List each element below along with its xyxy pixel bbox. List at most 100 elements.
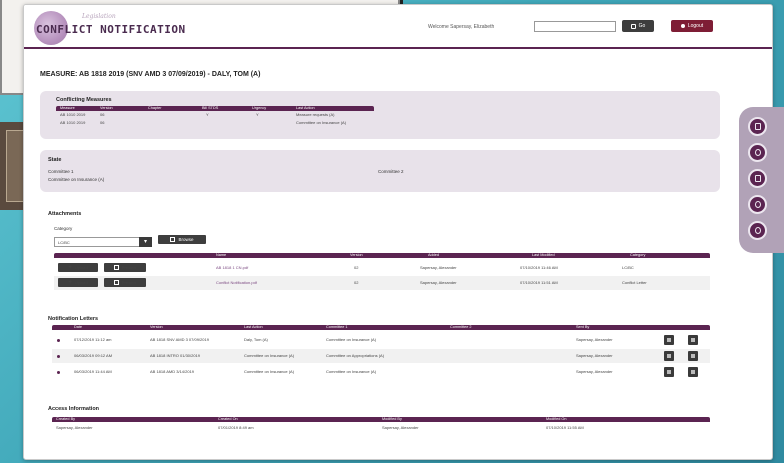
tool-rail <box>739 107 784 253</box>
cell-created-by: Sapersay, Alexander <box>56 425 93 430</box>
col-modified-by: Modified By <box>382 417 402 421</box>
letter-row[interactable]: 06/03/2019 09:12 AM AB 1818 INTRO 01/30/… <box>52 349 710 363</box>
col-urgency: Urgency <box>252 106 267 110</box>
letter-row[interactable]: 06/03/2019 11:44 AM AB 1818 AMD 3/14/201… <box>52 365 710 379</box>
col-bill-stds: Bill STDS <box>202 106 219 110</box>
letter-row[interactable]: 07/12/2019 11:12 am AB 1818 SNV AMD 3 07… <box>52 333 710 347</box>
col-name: Name <box>216 253 227 257</box>
logout-button[interactable]: Logout <box>671 20 713 32</box>
col-last-action: Last Action <box>244 325 263 329</box>
conflicting-measures-panel: Conflicting Measures Measure Version Cha… <box>40 91 720 139</box>
col-committee-1: Committee 1 <box>326 325 348 329</box>
cell-version: 06 <box>100 120 105 125</box>
col-date: Date <box>74 325 83 329</box>
col-category: Category <box>630 253 646 257</box>
category-value: LC/BC <box>58 240 70 245</box>
col-added: Added <box>428 253 439 257</box>
state-title: State <box>48 157 62 163</box>
col-version: Version <box>100 106 113 110</box>
cell-last-action: Committee on Insurance (A) <box>244 369 295 374</box>
app-header: Legislation CONFLICT NOTIFICATION Welcom… <box>24 5 772 49</box>
preview-label: Preview <box>121 265 137 270</box>
cell-category: LC/BC <box>622 265 634 270</box>
print-letter-icon[interactable] <box>688 351 698 361</box>
committee1-value: Committee on Insurance (A) <box>48 177 105 182</box>
col-modified-on: Modified On <box>546 417 567 421</box>
attachments-header: Name Version Added Last Modified Categor… <box>54 253 710 258</box>
col-created-on: Created On <box>218 417 238 421</box>
cell-urgency: Y <box>256 112 259 117</box>
preview-icon <box>113 265 119 270</box>
search-icon <box>630 23 636 29</box>
col-chapter: Chapter <box>148 106 162 110</box>
cell-date: 07/12/2019 11:12 am <box>74 337 112 342</box>
col-version: Version <box>150 325 163 329</box>
col-committee-2: Committee 2 <box>450 325 472 329</box>
cell-modified-on: 07/10/2019 11:55 AM <box>546 425 584 430</box>
bullet-icon <box>57 355 60 358</box>
cell-version: 02 <box>354 265 359 270</box>
view-letter-icon[interactable] <box>664 335 674 345</box>
magnify-icon[interactable] <box>748 195 767 214</box>
welcome-text: Welcome Sapersay, Elizabeth <box>428 24 495 30</box>
attachment-link[interactable]: AB 1818 1 CN.pdf <box>216 265 248 270</box>
cell-last-action: Measure requests (A) <box>296 112 335 117</box>
browse-label: Browse <box>178 237 194 242</box>
view-letter-icon[interactable] <box>664 351 674 361</box>
upload-button[interactable]: + Upload <box>58 278 98 287</box>
refresh-icon[interactable] <box>748 143 767 162</box>
bullet-icon <box>57 371 60 374</box>
cell-modified: 07/10/2019 11:51 AM <box>520 280 558 285</box>
bullet-icon <box>57 339 60 342</box>
attachment-link[interactable]: Conflict Notification.pdf <box>216 280 257 285</box>
plus-icon: + <box>68 279 72 286</box>
col-created-by: Created By <box>56 417 75 421</box>
committee1-label: Committee 1 <box>48 169 74 174</box>
page-title: MEASURE: AB 1818 2019 (SNV AMD 3 07/09/2… <box>40 71 261 78</box>
category-select[interactable]: LC/BC <box>54 237 146 247</box>
table-row[interactable]: AB 1010 2019 06 Committee on Insurance (… <box>56 120 374 130</box>
cell-measure: AB 1010 2019 <box>60 112 86 117</box>
cell-sent-by: Sapersay, Alexander <box>576 353 613 358</box>
go-button[interactable]: Go <box>622 20 654 32</box>
go-label: Go <box>638 23 646 29</box>
upload-label: Upload <box>74 280 88 285</box>
cell-committee-1: Committee on Appropriations (A) <box>326 353 385 358</box>
folder-icon <box>170 237 176 242</box>
attachment-row[interactable]: + Upload Preview Conflict Notification.pd… <box>54 276 710 290</box>
print-letter-icon[interactable] <box>688 367 698 377</box>
cell-modified: 07/10/2019 11:46 AM <box>520 265 558 270</box>
window-icon[interactable] <box>748 169 767 188</box>
cell-last-action: Daly, Tom (A) <box>244 337 268 342</box>
print-letter-icon[interactable] <box>688 335 698 345</box>
cell-date: 06/03/2019 09:12 AM <box>74 353 113 358</box>
chevron-down-icon[interactable]: ▾ <box>139 237 152 247</box>
access-header: Created By Created On Modified By Modifi… <box>52 417 710 422</box>
cell-sent-by: Sapersay, Alexander <box>576 369 613 374</box>
letters-title: Notification Letters <box>48 316 99 322</box>
attachment-row[interactable]: + Upload Preview AB 1818 1 CN.pdf 02 Sape… <box>54 261 710 275</box>
preview-label: Preview <box>121 280 137 285</box>
preview-button[interactable]: Preview <box>104 278 146 287</box>
committee2-label: Committee 2 <box>378 169 404 174</box>
power-icon <box>680 24 685 28</box>
upload-label: Upload <box>74 265 88 270</box>
logo-script-text: Legislation <box>82 13 116 20</box>
browse-button[interactable]: Browse <box>158 235 206 244</box>
attachments-title: Attachments <box>48 211 82 217</box>
help-icon[interactable] <box>748 221 767 240</box>
cell-bill-stds: Y <box>206 112 209 117</box>
view-letter-icon[interactable] <box>664 367 674 377</box>
document-icon[interactable] <box>748 117 767 136</box>
logout-label: Logout <box>687 23 704 29</box>
cell-version: AB 1818 SNV AMD 3 07/09/2019 <box>150 337 209 342</box>
cell-category: Conflict Letter <box>622 280 647 285</box>
search-input[interactable] <box>534 21 616 32</box>
preview-button[interactable]: Preview <box>104 263 146 272</box>
preview-icon <box>113 280 119 285</box>
col-last-action: Last Action <box>296 106 315 110</box>
upload-button[interactable]: + Upload <box>58 263 98 272</box>
conflicting-measures-title: Conflicting Measures <box>56 97 112 103</box>
cell-added: Sapersay, Alexander <box>420 280 457 285</box>
cell-sent-by: Sapersay, Alexander <box>576 337 613 342</box>
